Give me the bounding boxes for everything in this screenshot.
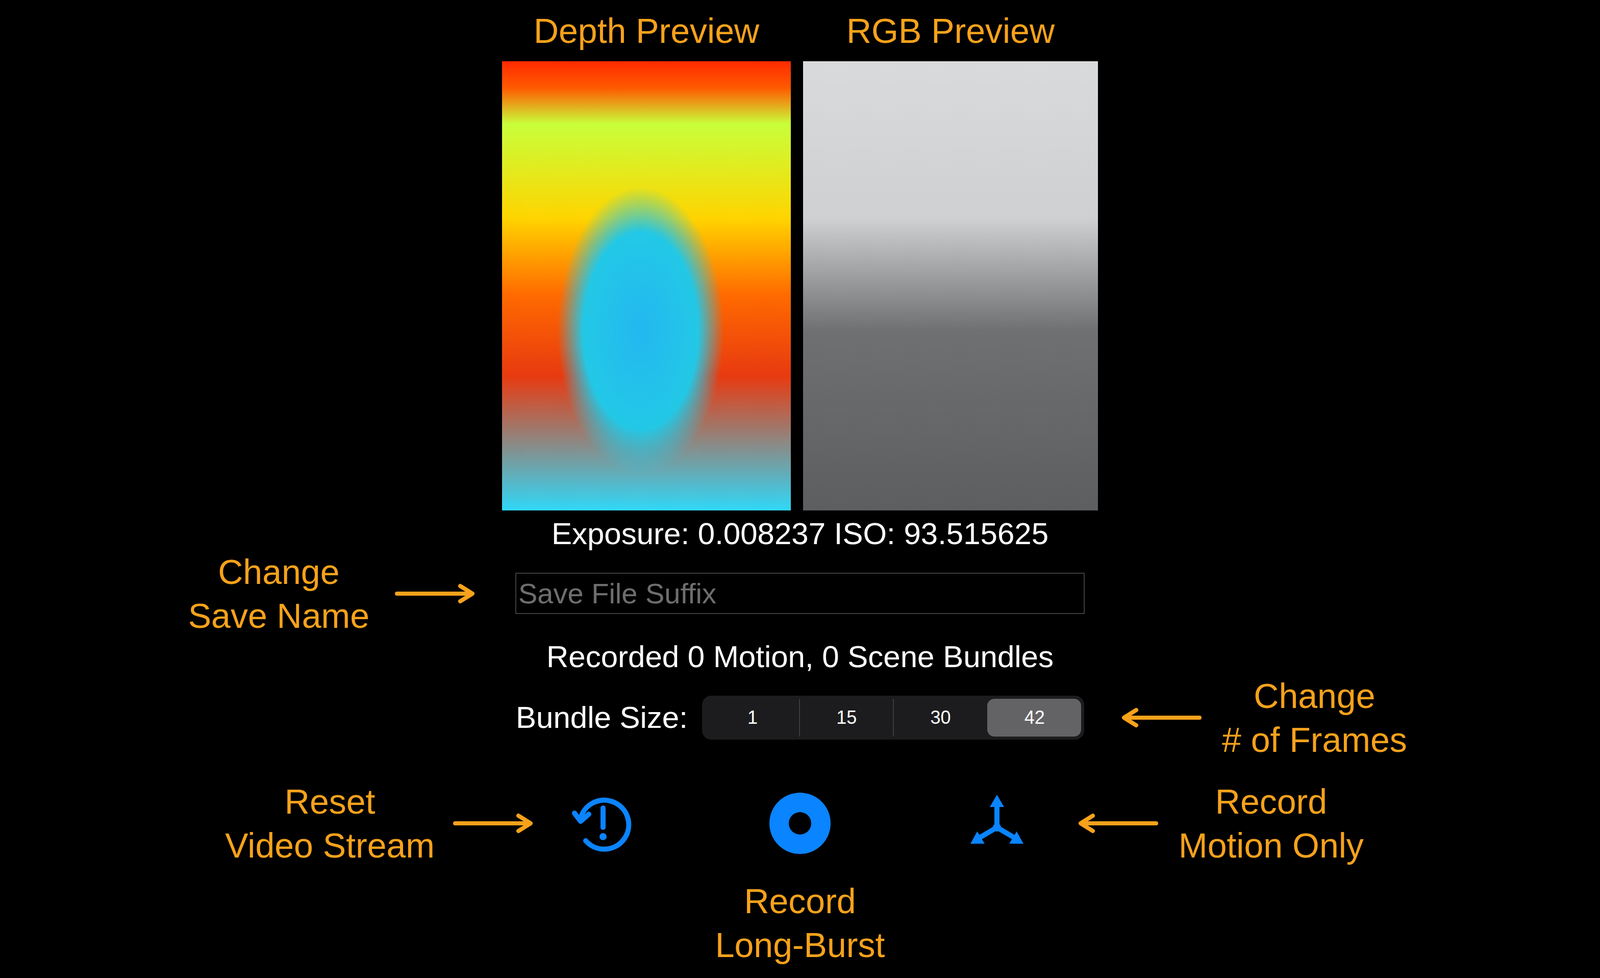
motion-axes-icon <box>964 790 1030 856</box>
save-suffix-row: ChangeSave Name <box>515 572 1085 614</box>
motion-annotation: RecordMotion Only <box>1074 779 1364 867</box>
reset-history-icon <box>570 790 636 856</box>
bundle-size-option[interactable]: 30 <box>892 698 987 737</box>
annotation-label: Change# of Frames <box>1221 673 1408 762</box>
arrow-left-icon <box>1117 707 1202 728</box>
bundle-size-option[interactable]: 42 <box>987 698 1082 737</box>
bundle-size-option[interactable]: 1 <box>705 698 799 737</box>
reset-annotation: ResetVideo Stream <box>225 779 537 867</box>
record-annotation: RecordLong-Burst <box>715 878 886 967</box>
app-screen: Depth Preview RGB Preview Exposure: 0.0082… <box>502 0 1098 967</box>
preview-titles: Depth Preview RGB Preview <box>502 0 1098 53</box>
rgb-preview <box>803 61 1098 511</box>
previews <box>502 61 1098 511</box>
motion-button[interactable] <box>964 790 1030 856</box>
recorded-status: Recorded 0 Motion, 0 Scene Bundles <box>546 638 1054 675</box>
reset-button[interactable] <box>570 790 636 856</box>
annotation-label: ChangeSave Name <box>188 549 370 638</box>
annotation-label: ResetVideo Stream <box>225 779 435 867</box>
record-icon <box>767 790 833 856</box>
save-suffix-field[interactable] <box>515 572 1085 614</box>
arrow-right-icon <box>394 583 479 604</box>
preview-title: Depth Preview <box>502 9 791 53</box>
bundle-size-option[interactable]: 15 <box>798 698 893 737</box>
arrow-left-icon <box>1074 812 1159 834</box>
bundle-size-label: Bundle Size: <box>515 698 688 736</box>
action-bar: ResetVideo Stream RecordLong-Burst RecordM… <box>570 790 1030 967</box>
frames-annotation: Change# of Frames <box>1117 673 1408 762</box>
action-item: RecordMotion Only <box>964 790 1030 856</box>
exposure-readout: Exposure: 0.008237 ISO: 93.515625 <box>551 515 1049 553</box>
action-item: RecordLong-Burst <box>767 790 833 967</box>
annotation-label: RecordMotion Only <box>1178 779 1364 867</box>
preview-title: RGB Preview <box>803 9 1098 53</box>
figure: Depth Preview RGB Preview Exposure: 0.0082… <box>0 0 1600 978</box>
action-item: ResetVideo Stream <box>570 790 636 856</box>
bundle-size-row: Bundle Size:1153042Change# of Frames <box>515 695 1085 740</box>
depth-preview <box>502 61 791 511</box>
save-name-annotation: ChangeSave Name <box>188 549 479 638</box>
bundle-size-control: 1153042 <box>702 695 1085 740</box>
arrow-right-icon <box>453 812 537 834</box>
record-button[interactable] <box>767 790 833 856</box>
